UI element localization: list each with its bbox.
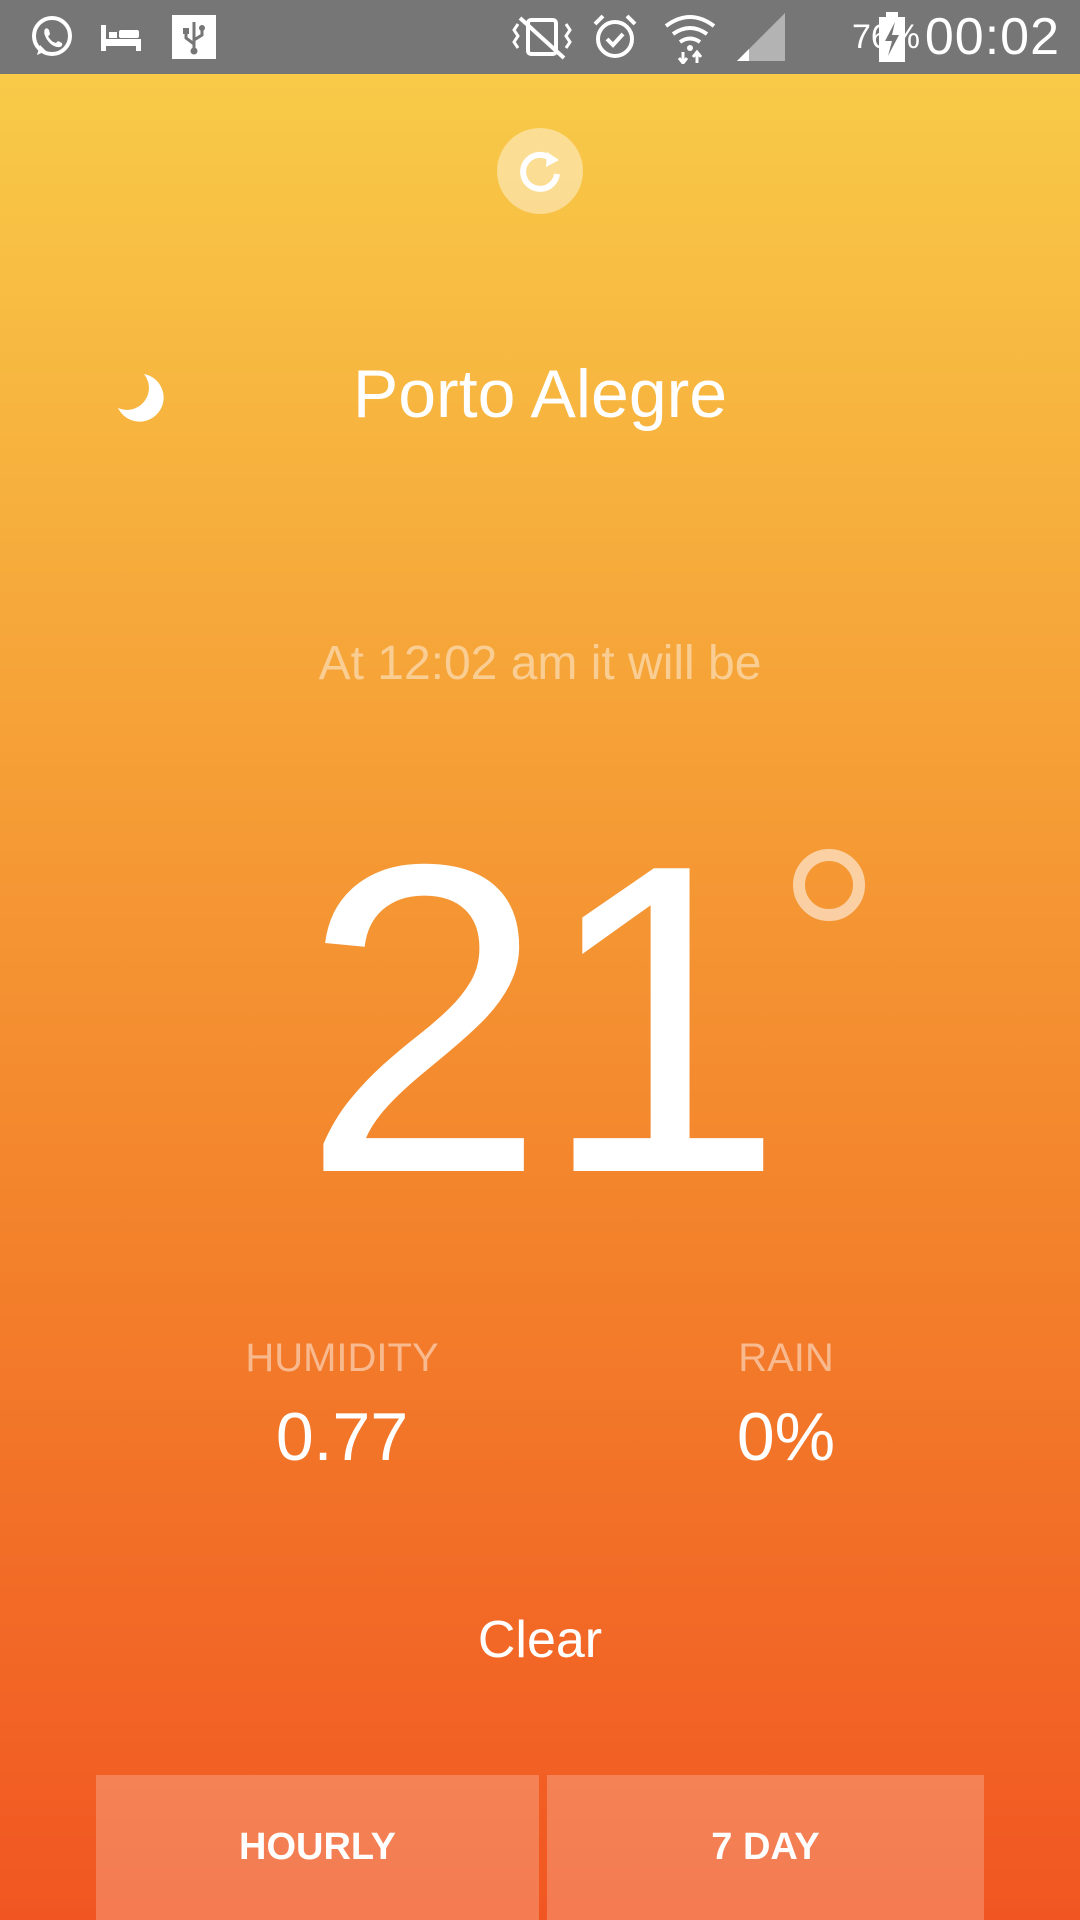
seven-day-button[interactable]: 7 DAY [547, 1775, 984, 1920]
weather-summary: Clear [477, 1611, 603, 1669]
hourly-button[interactable]: HOURLY [96, 1775, 539, 1920]
degree-symbol [793, 849, 865, 921]
refresh-icon [520, 151, 560, 192]
forecast-time-text: At 12:02 am it will be [318, 637, 762, 690]
refresh-button[interactable] [497, 128, 583, 214]
usb-icon [170, 10, 218, 64]
battery-charging-icon [876, 10, 908, 64]
vibrate-off-icon [505, 10, 579, 64]
status-bar: 76% 00:02 [0, 0, 1080, 74]
rain-label: RAIN [738, 1336, 834, 1380]
wifi-icon [660, 10, 720, 64]
signal-icon [734, 10, 788, 64]
sleep-icon [96, 10, 146, 64]
humidity-value: 0.77 [275, 1399, 409, 1475]
city-name: Porto Alegre [352, 356, 728, 432]
temperature-value: 21 [301, 774, 784, 1265]
rain-value: 0% [736, 1399, 836, 1475]
whatsapp-icon [24, 10, 78, 64]
humidity-label: HUMIDITY [245, 1336, 439, 1380]
alarm-icon [588, 10, 642, 64]
clock: 00:02 [924, 8, 1060, 66]
